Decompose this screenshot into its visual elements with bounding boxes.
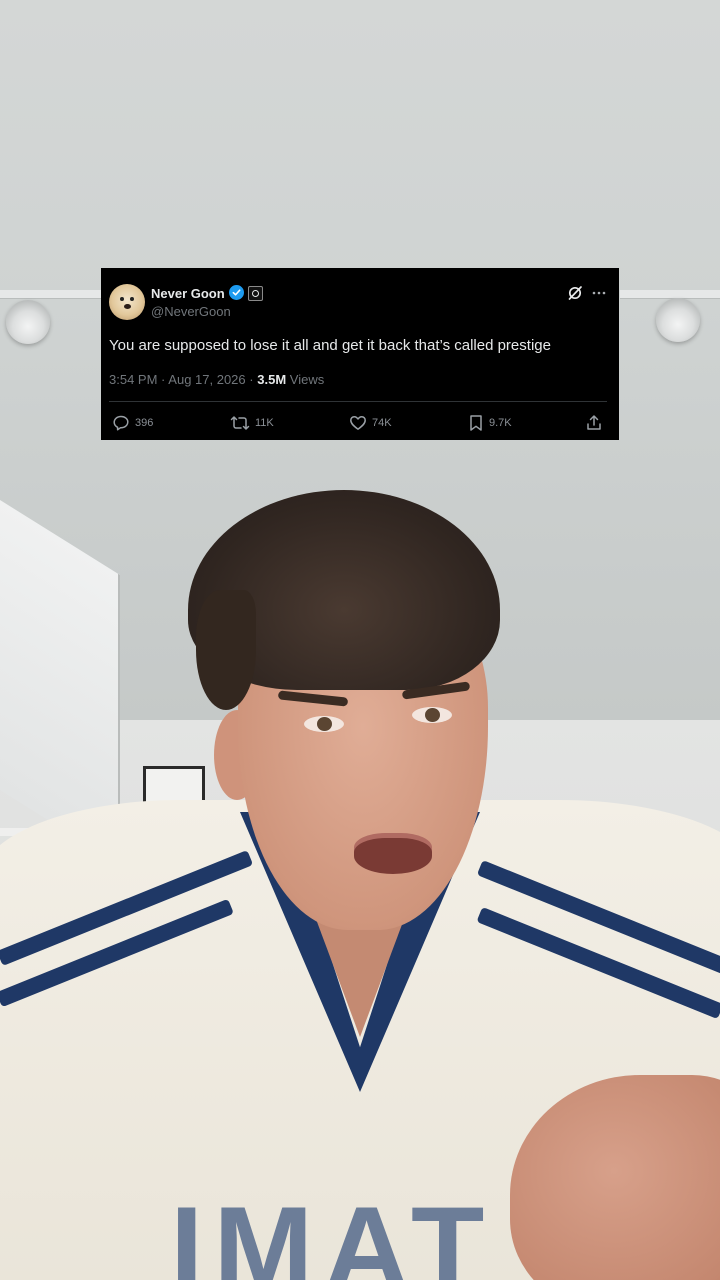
repost-icon	[230, 416, 250, 430]
eye-left	[304, 716, 344, 732]
like-count: 74K	[372, 417, 392, 429]
avatar[interactable]	[109, 284, 145, 320]
grok-icon[interactable]	[567, 285, 583, 301]
person: IMAT	[0, 0, 720, 1280]
share-button[interactable]	[585, 413, 603, 433]
divider	[109, 401, 607, 402]
author-handle[interactable]: @NeverGoon	[151, 304, 231, 319]
jersey-lettering: IMAT	[170, 1182, 495, 1280]
avatar-eye	[120, 297, 124, 301]
avatar-nose	[124, 304, 131, 309]
share-icon	[587, 415, 601, 430]
reply-icon	[113, 415, 129, 431]
repost-button[interactable]: 11K	[230, 413, 274, 433]
avatar-eye	[130, 297, 134, 301]
like-button[interactable]: 74K	[349, 413, 392, 433]
video-background: IMAT	[0, 0, 720, 1280]
eye-right	[412, 707, 452, 723]
tweet-time[interactable]: 3:54 PM	[109, 372, 157, 387]
checkmark-icon	[232, 289, 241, 296]
verified-badge-icon	[229, 285, 244, 300]
views-count: 3.5M	[257, 372, 287, 387]
repost-count: 11K	[255, 417, 274, 429]
views-label: Views	[289, 372, 325, 387]
reply-button[interactable]: 396	[112, 413, 153, 433]
heart-icon	[350, 415, 366, 430]
tweet-meta: 3:54 PM · Aug 17, 2026 · 3.5M Views	[109, 372, 324, 387]
tweet-card: Never Goon @NeverGoon You are supposed t…	[101, 268, 619, 440]
action-bar: 396 11K 74K 9.7K	[101, 413, 619, 435]
author-name[interactable]: Never Goon	[151, 286, 225, 301]
bookmark-icon	[470, 415, 482, 431]
mouth	[354, 838, 432, 874]
affiliate-badge-icon	[248, 286, 263, 301]
reply-count: 396	[135, 417, 154, 429]
hair-side	[196, 590, 256, 710]
bookmark-button[interactable]: 9.7K	[468, 413, 512, 433]
bookmark-count: 9.7K	[489, 417, 512, 429]
meta-separator: ·	[249, 372, 254, 387]
tweet-date[interactable]: Aug 17, 2026	[168, 372, 245, 387]
meta-separator: ·	[161, 372, 166, 387]
tweet-text: You are supposed to lose it all and get …	[109, 337, 551, 354]
more-options-icon[interactable]	[591, 285, 607, 301]
